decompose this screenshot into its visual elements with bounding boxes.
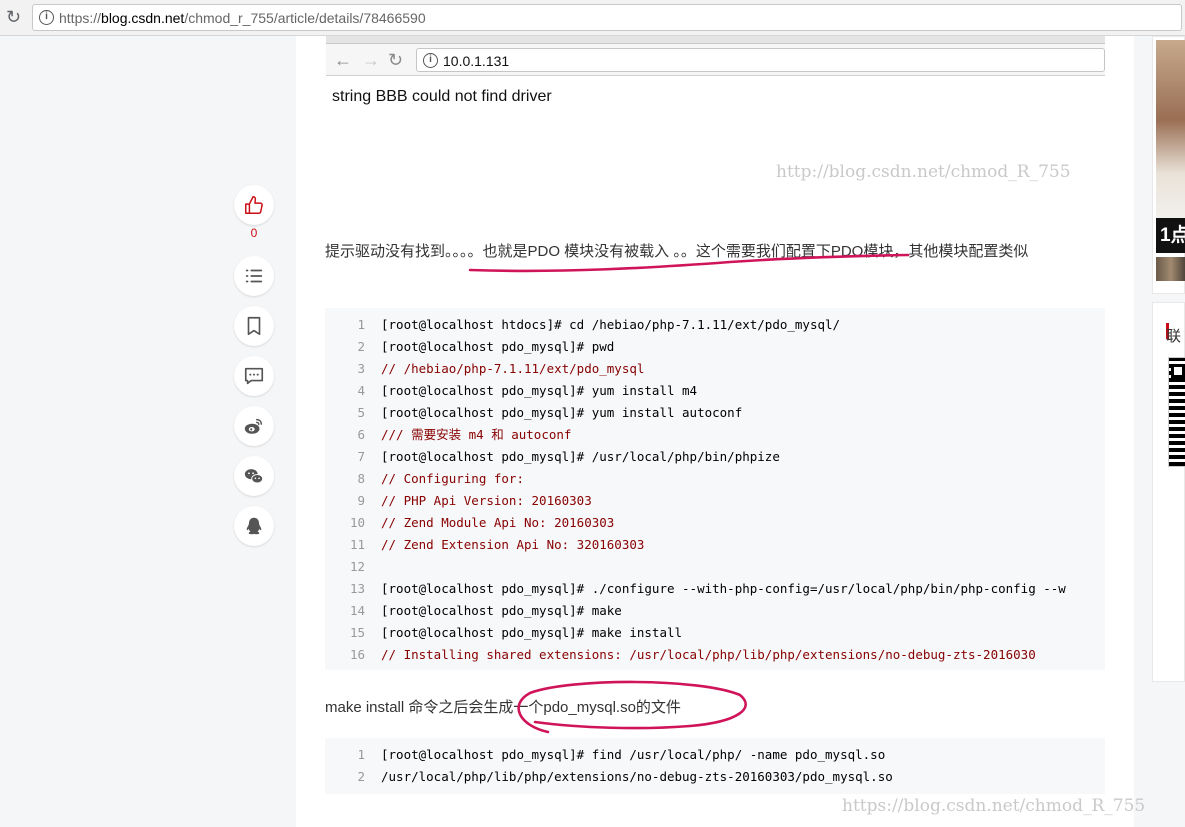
- code-line: 2/usr/local/php/lib/php/extensions/no-de…: [325, 766, 1105, 788]
- code-text: /usr/local/php/lib/php/extensions/no-deb…: [381, 769, 893, 784]
- weibo-share-button[interactable]: [234, 406, 274, 446]
- code-line: 15 [root@localhost pdo_mysql]# make insta…: [325, 622, 1105, 644]
- embedded-address-bar: i 10.0.1.131: [416, 48, 1105, 72]
- code-line: 6 /// 需要安装 m4 和 autoconf: [325, 424, 1105, 446]
- line-number: 7: [357, 449, 365, 464]
- embedded-browser-toolbar: ← → ↻ i 10.0.1.131: [326, 44, 1105, 76]
- line-number: 12: [349, 559, 365, 574]
- code-line: 11 // Zend Extension Api No: 320160303: [325, 534, 1105, 556]
- watermark: http://blog.csdn.net/chmod_R_755: [776, 162, 1071, 182]
- toc-button[interactable]: [234, 256, 274, 296]
- code-text: [root@localhost htdocs]# cd /hebiao/php-…: [381, 317, 841, 332]
- sidebar-ad-image[interactable]: 1点: [1152, 36, 1185, 294]
- line-number: 9: [357, 493, 365, 508]
- paragraph-driver-missing: 提示驱动没有找到。。。。也就是PDO 模块没有被载入 。。这个需要我们配置下PD…: [325, 243, 1029, 260]
- line-number: 1: [357, 317, 365, 332]
- code-line: 5 [root@localhost pdo_mysql]# yum install…: [325, 402, 1105, 424]
- code-line: 14 [root@localhost pdo_mysql]# make: [325, 600, 1105, 622]
- line-number: 10: [349, 515, 365, 530]
- paragraph-so-file: make install 命令之后会生成一个pdo_mysql.so的文件: [325, 699, 681, 716]
- code-text: [root@localhost pdo_mysql]# make install: [381, 625, 683, 640]
- code-text: [root@localhost pdo_mysql]# pwd: [381, 339, 615, 354]
- qq-icon: [246, 517, 262, 535]
- embedded-tab-bar: [326, 36, 1105, 44]
- code-line: 9 // PHP Api Version: 20160303: [325, 490, 1105, 512]
- code-text: [root@localhost pdo_mysql]# make: [381, 603, 622, 618]
- embedded-info-icon: i: [423, 53, 438, 68]
- contact-title: 联: [1166, 328, 1182, 345]
- line-number: 6: [357, 427, 365, 442]
- code-text: // PHP Api Version: 20160303: [381, 493, 592, 508]
- ad-thumbnails: [1156, 257, 1185, 281]
- code-block-find: 1 [root@localhost pdo_mysql]# find /usr/l…: [325, 738, 1105, 794]
- code-line: 4 [root@localhost pdo_mysql]# yum install…: [325, 380, 1105, 402]
- code-line: 8 // Configuring for:: [325, 468, 1105, 490]
- ad-band-text: 1点: [1156, 218, 1185, 253]
- bookmark-button[interactable]: [234, 306, 274, 346]
- code-line: 3 // /hebiao/php-7.1.11/ext/pdo_mysql: [325, 358, 1105, 380]
- code-line: 1 [root@localhost pdo_mysql]# find /usr/l…: [325, 744, 1105, 766]
- code-line: 7 [root@localhost pdo_mysql]# /usr/local/…: [325, 446, 1105, 468]
- line-number: 11: [349, 537, 365, 552]
- comment-button[interactable]: [234, 356, 274, 396]
- code-line: 13 [root@localhost pdo_mysql]# ./configur…: [325, 578, 1105, 600]
- line-number: 14: [349, 603, 365, 618]
- line-number: 15: [349, 625, 365, 640]
- line-number: 1: [357, 747, 365, 762]
- address-bar[interactable]: i https://blog.csdn.net/chmod_r_755/arti…: [32, 4, 1182, 31]
- qr-code: [1168, 357, 1185, 467]
- like-button[interactable]: [234, 185, 274, 225]
- code-line: 1 [root@localhost htdocs]# cd /hebiao/php…: [325, 314, 1105, 336]
- qq-share-button[interactable]: [234, 506, 274, 546]
- code-text: // Installing shared extensions: /usr/lo…: [381, 647, 1036, 662]
- code-block-configure: 1 [root@localhost htdocs]# cd /hebiao/php…: [325, 308, 1105, 670]
- embedded-reload-icon: ↻: [388, 50, 404, 70]
- code-line: 12: [325, 556, 1105, 578]
- forward-arrow-icon: →: [362, 50, 380, 70]
- line-number: 3: [357, 361, 365, 376]
- browser-toolbar: ↻ i https://blog.csdn.net/chmod_r_755/ar…: [0, 0, 1185, 36]
- code-line: 10 // Zend Module Api No: 20160303: [325, 512, 1105, 534]
- weibo-icon: [244, 418, 263, 434]
- code-text: // Zend Module Api No: 20160303: [381, 515, 615, 530]
- info-icon[interactable]: i: [39, 10, 54, 25]
- code-text: [root@localhost pdo_mysql]# ./configure …: [381, 581, 1066, 596]
- code-text: [root@localhost pdo_mysql]# yum install …: [381, 383, 698, 398]
- code-line: 2 [root@localhost pdo_mysql]# pwd: [325, 336, 1105, 358]
- embedded-page-text: string BBB could not find driver: [332, 88, 552, 105]
- line-number: 2: [357, 339, 365, 354]
- watermark-bottom: https://blog.csdn.net/chmod_R_755: [842, 796, 1146, 816]
- bookmark-icon: [247, 316, 261, 336]
- line-number: 4: [357, 383, 365, 398]
- comment-icon: [244, 367, 264, 385]
- embedded-screenshot: ← → ↻ i 10.0.1.131 string BBB could not …: [326, 36, 1105, 120]
- line-number: 16: [349, 647, 365, 662]
- list-icon: [245, 269, 263, 283]
- line-number: 13: [349, 581, 365, 596]
- code-text: [root@localhost pdo_mysql]# find /usr/lo…: [381, 747, 886, 762]
- line-number: 8: [357, 471, 365, 486]
- code-text: [root@localhost pdo_mysql]# /usr/local/p…: [381, 449, 780, 464]
- reload-icon[interactable]: ↻: [6, 8, 24, 26]
- line-number: 2: [357, 769, 365, 784]
- code-text: // Zend Extension Api No: 320160303: [381, 537, 645, 552]
- code-line: 16 // Installing shared extensions: /usr/…: [325, 644, 1105, 666]
- code-text: // /hebiao/php-7.1.11/ext/pdo_mysql: [381, 361, 645, 376]
- back-arrow-icon: ←: [334, 50, 352, 70]
- embedded-url-text: 10.0.1.131: [443, 53, 510, 69]
- thumbs-up-icon: [245, 196, 263, 214]
- url-text: https://blog.csdn.net/chmod_r_755/articl…: [59, 10, 426, 26]
- line-number: 5: [357, 405, 365, 420]
- sidebar-contact-card: 联: [1152, 302, 1185, 682]
- ad-photo: [1156, 40, 1185, 218]
- wechat-icon: [244, 469, 264, 484]
- wechat-share-button[interactable]: [234, 456, 274, 496]
- code-text: // Configuring for:: [381, 471, 524, 486]
- like-count: 0: [250, 226, 258, 240]
- code-text: [root@localhost pdo_mysql]# yum install …: [381, 405, 743, 420]
- code-text: /// 需要安装 m4 和 autoconf: [381, 427, 572, 442]
- qr-finder: [1171, 364, 1185, 378]
